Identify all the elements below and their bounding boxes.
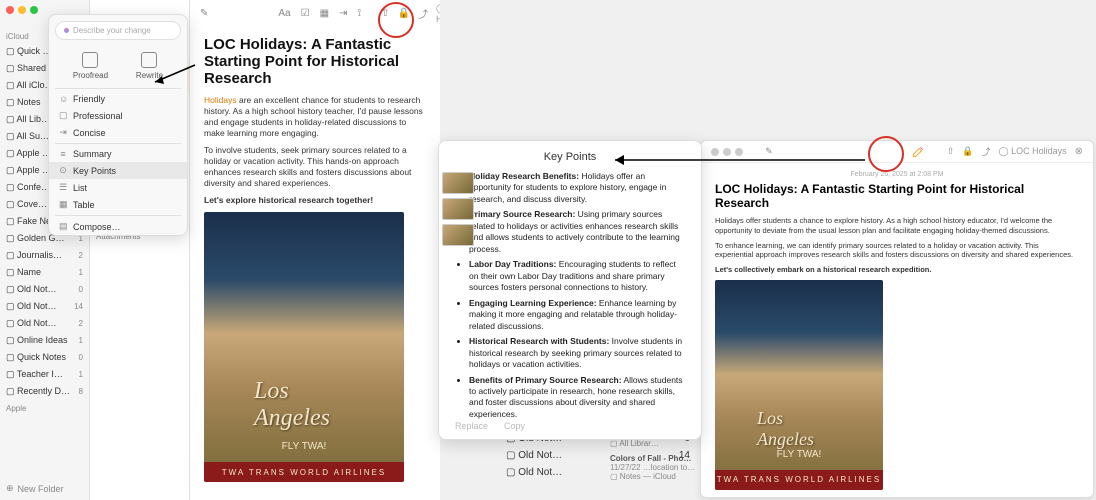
key-points-list: Holiday Research Benefits: Holidays offe… [455, 171, 685, 420]
note-title[interactable]: LOC Holidays: A Fantastic Starting Point… [204, 36, 426, 87]
thumbnail[interactable] [442, 198, 474, 220]
lock-icon[interactable]: 🔒 [962, 146, 973, 157]
share-icon[interactable]: ⤴ [981, 145, 990, 158]
key-point-item: Primary Source Research: Using primary s… [469, 209, 685, 255]
sidebar-item[interactable]: ▢ Old Not…14 [0, 298, 89, 315]
sidebar-item[interactable]: ▢ Old Not…0 [0, 281, 89, 298]
sidebar-item[interactable]: ▢ Online Ideas1 [0, 332, 89, 349]
proofread-icon [82, 52, 98, 68]
tone-concise[interactable]: ⇥Concise [49, 124, 187, 141]
replace-button[interactable]: Replace [455, 421, 488, 431]
sidebar-item[interactable]: ▢ Recently D…8 [0, 383, 89, 400]
poster-image: Los Angeles FLY TWA! TWA TRANS WORLD AIR… [204, 212, 404, 482]
writing-tools-popup: Describe your change Proofread Rewrite ☺… [48, 14, 188, 236]
rewrite-button[interactable]: Rewrite [136, 52, 163, 80]
ai-prompt-input[interactable]: Describe your change [55, 21, 181, 40]
note-paragraph[interactable]: Holidays are an excellent chance for stu… [204, 95, 426, 139]
key-point-item: Historical Research with Students: Invol… [469, 336, 685, 370]
photo-icon[interactable]: ⟟ [357, 8, 361, 19]
note-title[interactable]: LOC Holidays: A Fantastic Starting Point… [715, 182, 1079, 210]
editor-toolbar: ✎ Aa ☑ ▦ ⇥ ⟟ ⇧ 🔒 ⤴ ◯ LOC Holidays ⊗ [190, 2, 440, 24]
note-paragraph[interactable]: To enhance learning, we can identify pri… [715, 241, 1079, 261]
table-icon: ▦ [59, 199, 67, 210]
tone-friendly[interactable]: ☺Friendly [49, 91, 187, 107]
key-icon: ⊙ [59, 165, 67, 176]
format-list[interactable]: ☰List [49, 179, 187, 196]
key-point-item: Labor Day Traditions: Encouraging studen… [469, 259, 685, 293]
key-point-item: Engaging Learning Experience: Enhance le… [469, 298, 685, 332]
sidebar-item[interactable]: ▢ Quick Notes0 [0, 349, 89, 366]
compose-icon[interactable]: ✎ [200, 8, 208, 19]
briefcase-icon: ▢ [59, 110, 67, 121]
format-summary[interactable]: ≡Summary [49, 146, 187, 162]
note-tag[interactable]: ◯ LOC Holidays [436, 3, 440, 24]
font-icon[interactable]: Aa [278, 8, 290, 19]
tone-professional[interactable]: ▢Professional [49, 107, 187, 124]
proofread-button[interactable]: Proofread [73, 52, 108, 80]
smile-icon: ☺ [59, 94, 67, 104]
compose-menu-item[interactable]: ▤Compose… [49, 218, 187, 235]
thumbnail[interactable] [442, 172, 474, 194]
compose-icon: ▤ [59, 221, 67, 232]
key-point-item: Benefits of Primary Source Research: All… [469, 375, 685, 421]
thumbnail-strip [442, 172, 478, 246]
format-table[interactable]: ▦Table [49, 196, 187, 213]
table-icon[interactable]: ▦ [320, 8, 329, 19]
arrows-icon: ⇥ [59, 127, 67, 138]
notes-window-right: ✎ ⇧ 🔒 ⤴ ◯ LOC Holidays ⊗ February 26, 20… [700, 140, 1094, 498]
link-icon[interactable]: ⇥ [339, 8, 347, 19]
note-tag[interactable]: ◯ LOC Holidays [998, 146, 1066, 157]
new-folder-button[interactable]: ⊕ New Folder [6, 483, 64, 494]
tag-close-icon[interactable]: ⊗ [1075, 146, 1083, 157]
checklist-icon[interactable]: ☑ [301, 8, 310, 19]
sidebar-item[interactable]: ▢ Old Not…2 [0, 315, 89, 332]
note-paragraph[interactable]: Let's collectively embark on a historica… [715, 265, 1079, 275]
doc-icon: ≡ [59, 149, 67, 159]
key-points-title: Key Points [455, 151, 685, 163]
copy-button[interactable]: Copy [504, 421, 525, 431]
note-paragraph[interactable]: Let's explore historical research togeth… [204, 195, 426, 206]
key-point-item: Holiday Research Benefits: Holidays offe… [469, 171, 685, 205]
poster-image: Los Angeles FLY TWA! TWA TRANS WORLD AIR… [715, 280, 883, 490]
sidebar-item[interactable]: ▢ Name1 [0, 264, 89, 281]
sidebar-section-apple: Apple [0, 400, 89, 415]
note-editor: ✎ Aa ☑ ▦ ⇥ ⟟ ⇧ 🔒 ⤴ ◯ LOC Holidays ⊗ LOC … [190, 0, 440, 500]
editor-toolbar: ✎ ⇧ 🔒 ⤴ ◯ LOC Holidays ⊗ [701, 141, 1093, 163]
format-key-points[interactable]: ⊙Key Points [49, 162, 187, 179]
sidebar-item[interactable]: ▢ Teacher I…1 [0, 366, 89, 383]
share-icon[interactable]: ⤴ [418, 6, 428, 21]
compose-icon[interactable]: ✎ [765, 146, 773, 157]
window-controls[interactable] [6, 6, 38, 14]
note-paragraph[interactable]: Holidays offer students a chance to expl… [715, 216, 1079, 236]
sidebar-item[interactable]: ▢ Journalis…2 [0, 247, 89, 264]
ai-writing-tools-icon[interactable] [911, 145, 925, 159]
list-icon: ☰ [59, 182, 67, 193]
lock-icon[interactable]: 🔒 [398, 8, 410, 19]
collaborate-icon[interactable]: ⇧ [381, 8, 389, 19]
thumbnail[interactable] [442, 224, 474, 246]
note-date: February 26, 2025 at 2:08 PM [715, 171, 1079, 178]
note-paragraph[interactable]: To involve students, seek primary source… [204, 145, 426, 189]
rewrite-icon [141, 52, 157, 68]
collaborate-icon[interactable]: ⇧ [947, 146, 955, 157]
ai-dot-icon [64, 28, 69, 33]
